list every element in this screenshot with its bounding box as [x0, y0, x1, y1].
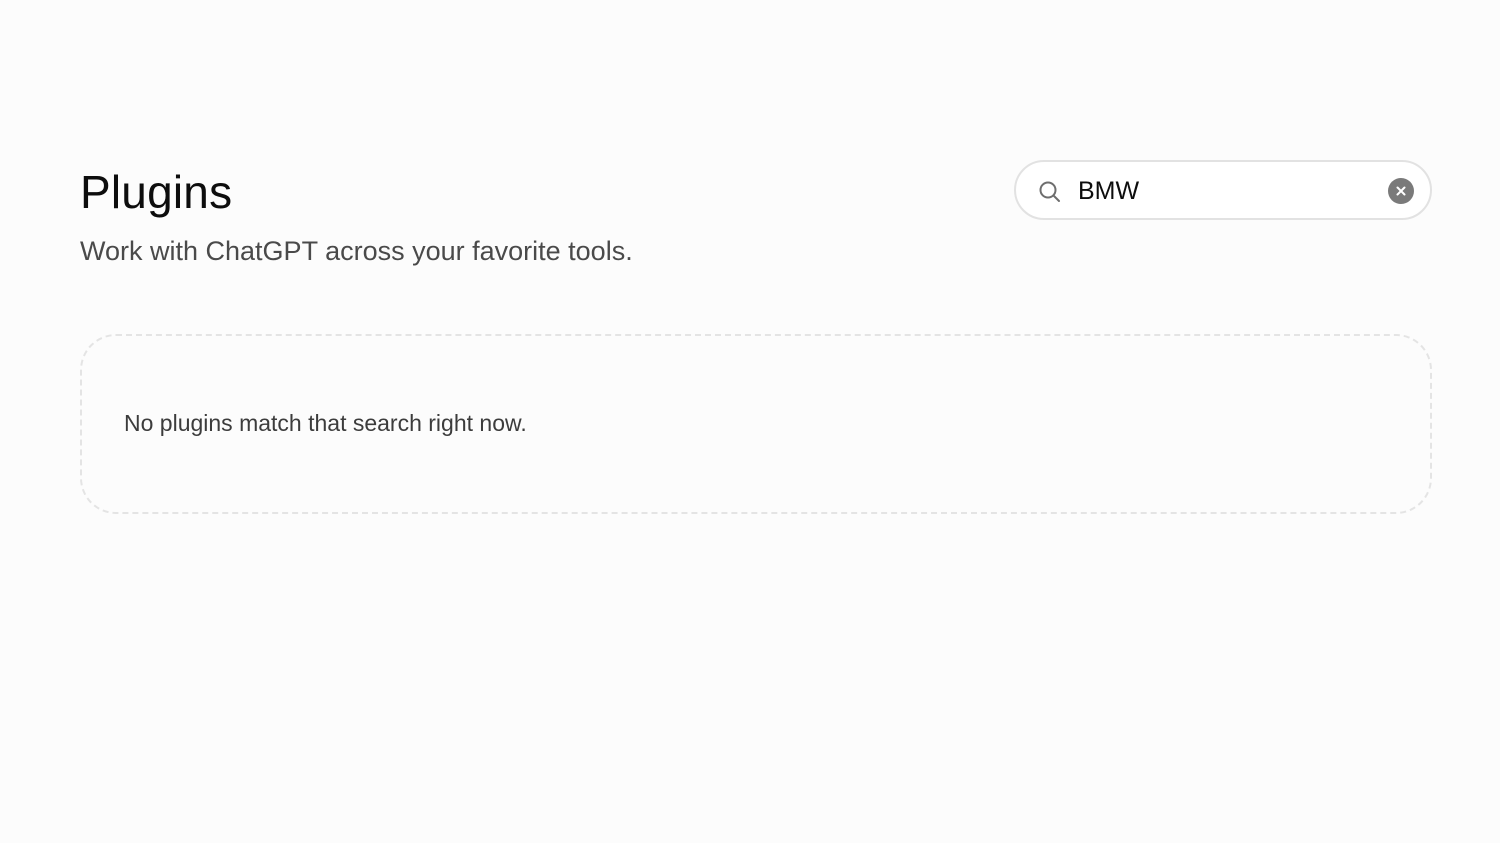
empty-results-panel: No plugins match that search right now. [80, 334, 1432, 514]
plugins-page: Plugins Work with ChatGPT across your fa… [0, 0, 1500, 843]
close-icon [1396, 186, 1406, 196]
empty-results-message: No plugins match that search right now. [124, 410, 527, 436]
search-icon [1038, 180, 1062, 204]
page-header: Plugins Work with ChatGPT across your fa… [80, 160, 1432, 280]
page-subtitle: Work with ChatGPT across your favorite t… [80, 236, 633, 266]
page-title: Plugins [80, 166, 233, 218]
search-input[interactable] [1078, 172, 1378, 210]
search-box[interactable] [1014, 160, 1432, 220]
clear-search-button[interactable] [1388, 178, 1414, 204]
